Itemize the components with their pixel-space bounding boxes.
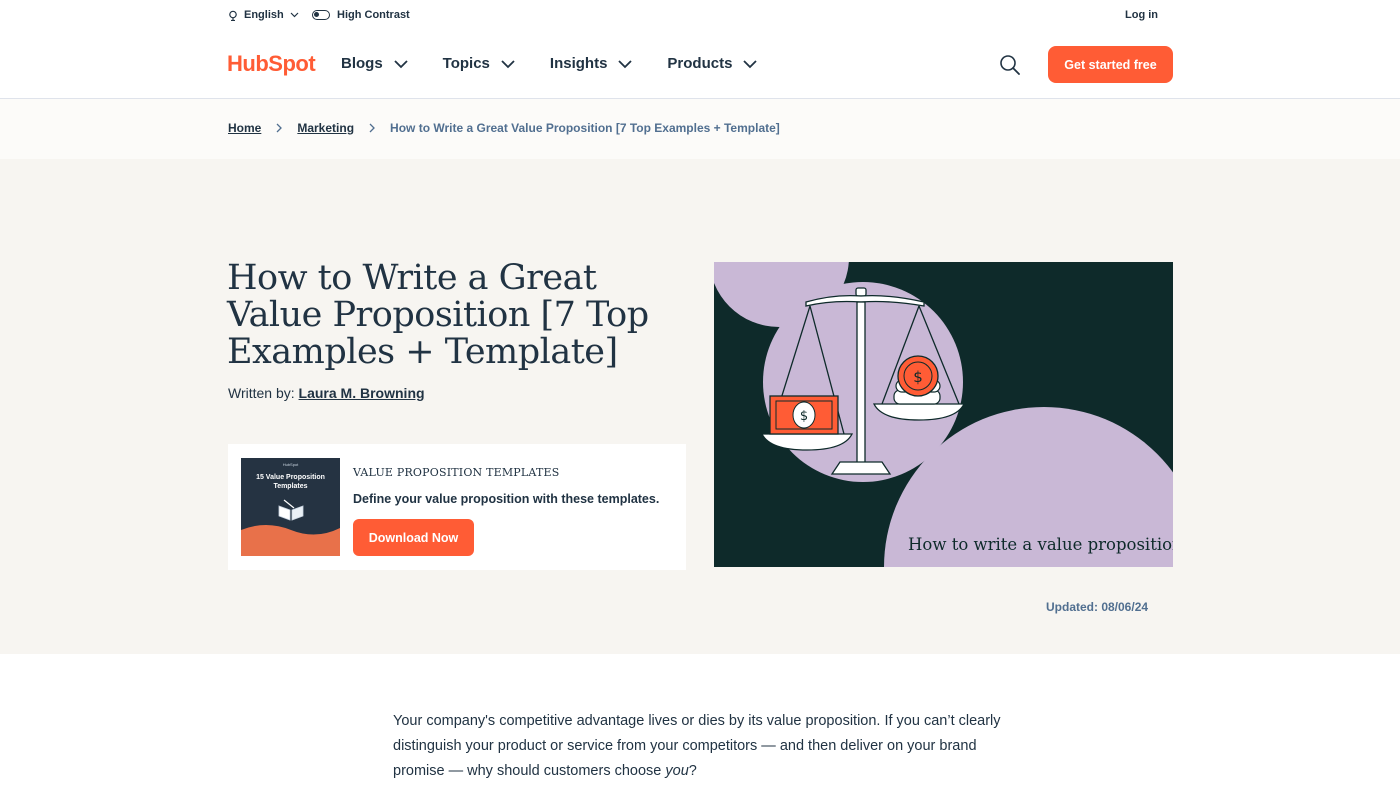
nav-item-blogs[interactable]: Blogs [341, 55, 409, 72]
ebook-title: 15 Value Proposition Templates [256, 474, 325, 490]
nav-item-topics[interactable]: Topics [443, 55, 516, 72]
hubspot-logo[interactable]: HubSpot [227, 51, 316, 77]
utility-bar: English High Contrast Log in [0, 0, 1400, 33]
svg-text:$: $ [913, 368, 923, 386]
language-label: English [244, 9, 284, 21]
content-offer-card: HubSpot 15 Value Proposition Templates V… [228, 444, 686, 570]
chevron-right-icon [369, 123, 375, 133]
high-contrast-toggle[interactable]: High Contrast [312, 9, 410, 21]
breadcrumb-current: How to Write a Great Value Proposition [… [390, 121, 780, 135]
breadcrumb-bar: Home Marketing How to Write a Great Valu… [0, 99, 1400, 159]
high-contrast-label: High Contrast [337, 9, 410, 21]
ebook-wave-decoration [241, 525, 340, 556]
toggle-switch-icon [312, 10, 330, 20]
language-selector[interactable]: English [228, 9, 299, 21]
chevron-down-icon [290, 12, 299, 18]
get-started-button[interactable]: Get started free [1048, 46, 1173, 83]
nav-item-label: Topics [442, 55, 490, 72]
offer-description: Define your value proposition with these… [353, 492, 660, 506]
article-hero: How to Write a Great Value Proposition [… [0, 159, 1400, 654]
byline-prefix: Written by: [228, 385, 299, 401]
ebook-cover-image: HubSpot 15 Value Proposition Templates [241, 458, 340, 556]
updated-date: Updated: 08/06/24 [1046, 600, 1149, 614]
search-icon[interactable] [998, 53, 1022, 77]
download-now-button[interactable]: Download Now [353, 519, 474, 556]
nav-item-label: Insights [549, 55, 608, 72]
offer-kicker: VALUE PROPOSITION TEMPLATES [353, 466, 560, 479]
chevron-down-icon [501, 59, 515, 68]
breadcrumb: Home Marketing How to Write a Great Valu… [228, 121, 780, 135]
globe-icon [229, 10, 237, 21]
byline: Written by: Laura M. Browning [228, 385, 425, 401]
chevron-down-icon [743, 59, 758, 68]
ebook-brand: HubSpot [282, 462, 299, 467]
intro-emphasis: you [665, 763, 689, 779]
book-illustration-icon [278, 499, 304, 521]
nav-item-label: Products [667, 55, 733, 72]
breadcrumb-home-link[interactable]: Home [228, 121, 261, 135]
featured-image-scale-illustration: $ $ How to write a value proposition. [714, 262, 1173, 567]
chevron-down-icon [394, 59, 408, 68]
author-link[interactable]: Laura M. Browning [299, 385, 425, 401]
intro-paragraph: Your company's competitive advantage liv… [393, 709, 1013, 784]
breadcrumb-marketing-link[interactable]: Marketing [297, 121, 354, 135]
login-link[interactable]: Log in [1125, 9, 1158, 21]
page-title: How to Write a Great Value Proposition [… [227, 258, 649, 372]
main-navigation: HubSpot Blogs Topics Insights Products G… [0, 33, 1400, 99]
nav-menu: Blogs Topics Insights Products [341, 55, 758, 72]
nav-item-products[interactable]: Products [667, 55, 758, 72]
svg-text:$: $ [800, 409, 808, 424]
chevron-right-icon [276, 123, 283, 133]
nav-item-label: Blogs [341, 55, 383, 72]
chevron-down-icon [618, 59, 633, 68]
intro-text-end: ? [688, 763, 697, 779]
nav-item-insights[interactable]: Insights [550, 55, 634, 72]
featured-image-caption: How to write a value proposition. [908, 535, 1173, 554]
